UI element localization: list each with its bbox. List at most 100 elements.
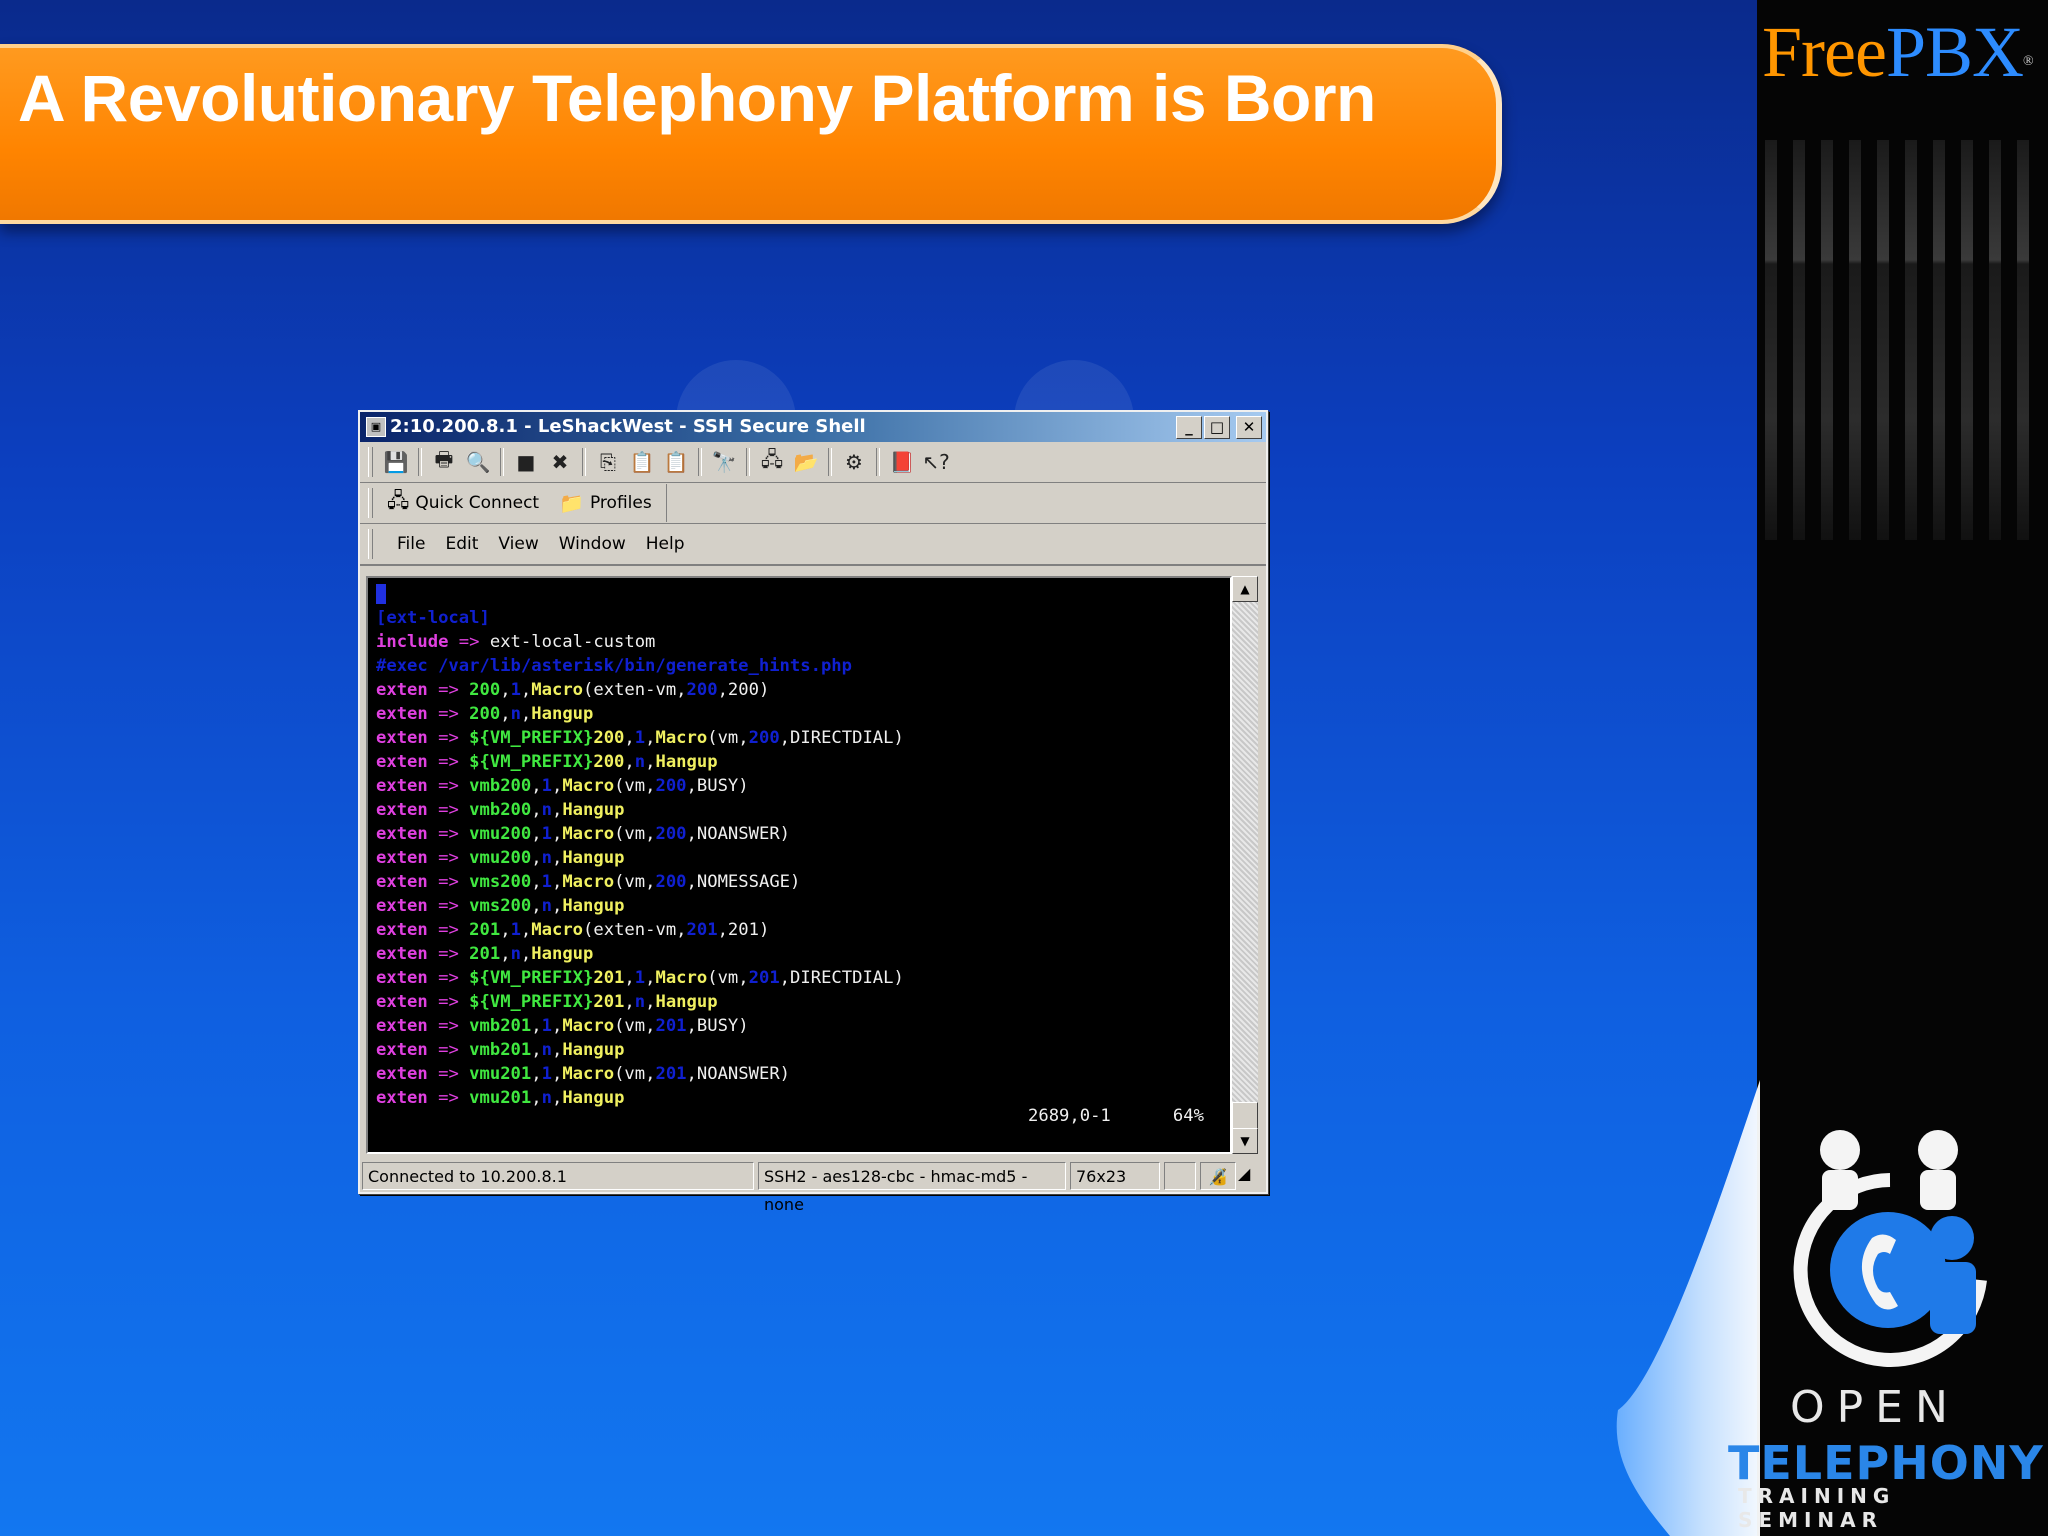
menu-help[interactable]: Help [646, 534, 685, 554]
disconnect-icon[interactable]: ✖ [545, 447, 575, 477]
terminal-token: exten [376, 728, 428, 748]
title-banner: A Revolutionary Telephony Platform is Bo… [0, 44, 1502, 224]
window-titlebar[interactable]: ▣ 2:10.200.8.1 - LeShackWest - SSH Secur… [360, 412, 1266, 442]
terminal-token: => [427, 800, 470, 820]
terminal-token: n [634, 992, 646, 1012]
terminal-line: exten => 200,n,Hangup [376, 702, 1230, 726]
status-lock-icon: 🔏 [1200, 1162, 1236, 1190]
menu-window[interactable]: Window [559, 534, 626, 554]
separator [876, 448, 880, 476]
save-icon[interactable]: 💾 [381, 447, 411, 477]
terminal-token: 1 [541, 824, 552, 844]
resize-grip-icon[interactable]: ◢ [1238, 1160, 1262, 1192]
paste-special-icon[interactable]: 📋 [661, 447, 691, 477]
context-help-icon[interactable]: ↖? [921, 447, 951, 477]
terminal-token: exten [376, 968, 428, 988]
terminal-token: 200 [686, 680, 718, 700]
terminal-token: , [520, 680, 532, 700]
menu-view[interactable]: View [498, 534, 538, 554]
terminal-line: exten => ${VM_PREFIX}201,n,Hangup [376, 990, 1230, 1014]
terminal-token: , [551, 824, 563, 844]
paste-icon[interactable]: 📋 [627, 447, 657, 477]
menu-file[interactable]: File [397, 534, 425, 554]
terminal-token: , [551, 848, 563, 868]
print-preview-icon[interactable]: 🔍 [463, 447, 493, 477]
scroll-up-button[interactable]: ▲ [1232, 576, 1258, 602]
terminal-token: 200 [655, 776, 687, 796]
scroll-thumb[interactable] [1232, 1102, 1258, 1130]
logo-open-text: OPEN [1790, 1382, 1960, 1433]
vertical-scrollbar[interactable]: ▲ ▼ [1232, 576, 1258, 1154]
terminal-token: (vm, [614, 776, 656, 796]
file-transfer-icon[interactable]: 📂 [791, 447, 821, 477]
menu-edit[interactable]: Edit [445, 534, 478, 554]
terminal-token: ,200) [717, 680, 770, 700]
terminal-token: 201 [686, 920, 718, 940]
toolbar-grip[interactable] [368, 447, 373, 477]
terminal-token: , [551, 1040, 563, 1060]
open-telephony-logo-icon [1793, 1130, 1987, 1367]
logo-telephony-text: TELEPHONY [1728, 1436, 2044, 1490]
terminal-line: exten => vmb200,n,Hangup [376, 798, 1230, 822]
help-book-icon[interactable]: 📕 [887, 447, 917, 477]
terminal-token: , [500, 944, 511, 964]
print-icon[interactable]: 🖶 [429, 447, 459, 477]
terminal-output[interactable]: [ext-local] include => ext-local-custom #e… [366, 576, 1232, 1154]
terminal-token: n [634, 752, 646, 772]
minimize-button[interactable]: _ [1176, 416, 1202, 439]
status-cipher: SSH2 - aes128-cbc - hmac-md5 - none [758, 1162, 1066, 1214]
terminal-token: 1 [510, 920, 521, 940]
brand-reg: ® [2023, 54, 2034, 69]
close-button[interactable]: ✕ [1236, 416, 1262, 439]
terminal-token: Macro [655, 728, 708, 748]
terminal-line: exten => vmu200,1,Macro(vm,200,NOANSWER) [376, 822, 1230, 846]
new-terminal-icon[interactable]: 🖧 [757, 447, 787, 477]
terminal-line: exten => vmu200,n,Hangup [376, 846, 1230, 870]
terminal-token: ${VM_PREFIX} [469, 992, 594, 1012]
terminal-token: , [531, 872, 542, 892]
terminal-token: => [427, 968, 470, 988]
terminal-token: 1 [634, 968, 646, 988]
terminal-line: exten => ${VM_PREFIX}200,n,Hangup [376, 750, 1230, 774]
terminal-token: 200 [655, 872, 687, 892]
terminal-token: => [427, 848, 470, 868]
terminal-token: => [427, 752, 470, 772]
terminal-token: , [551, 1064, 563, 1084]
terminal-token: , [645, 992, 656, 1012]
freepbx-logo: FreePBX® [1762, 12, 2034, 92]
terminal-token: 200 [593, 752, 625, 772]
terminal-token: , [551, 1088, 563, 1108]
terminal-token: , [551, 776, 563, 796]
scroll-down-button[interactable]: ▼ [1232, 1128, 1258, 1154]
connect-icon[interactable]: ■ [511, 447, 541, 477]
copy-icon[interactable]: ⎘ [593, 447, 623, 477]
maximize-button[interactable]: □ [1204, 416, 1230, 439]
terminal-token: , [531, 848, 542, 868]
terminal-icon[interactable]: ▣ [366, 417, 386, 437]
settings-icon[interactable]: ⚙ [839, 447, 869, 477]
terminal-token: , [500, 680, 511, 700]
toolbar-grip[interactable] [368, 488, 373, 518]
find-icon[interactable]: 🔭 [709, 447, 739, 477]
terminal-token: Hangup [531, 704, 594, 724]
profiles-button[interactable]: 📁 Profiles [549, 491, 662, 515]
terminal-token: , [531, 1064, 542, 1084]
terminal-token: , [531, 896, 542, 916]
terminal-token: exten [376, 1088, 428, 1108]
menubar-grip[interactable] [368, 529, 373, 559]
quick-connect-button[interactable]: 🖧 Quick Connect [377, 486, 549, 520]
slide-title: A Revolutionary Telephony Platform is Bo… [18, 61, 1376, 135]
terminal-token: , [645, 968, 656, 988]
terminal-token: 201 [469, 920, 501, 940]
terminal-token: , [500, 704, 511, 724]
terminal-token: exten [376, 800, 428, 820]
terminal-position-readout: 2689,0-1 64% [1028, 1104, 1204, 1128]
terminal-line: exten => 201,1,Macro(exten-vm,201,201) [376, 918, 1230, 942]
separator [418, 448, 422, 476]
terminal-token: , [551, 872, 563, 892]
toolbar-edge [665, 484, 667, 522]
terminal-token: include [376, 632, 449, 652]
terminal-token: n [541, 1040, 552, 1060]
terminal-token: ,NOANSWER) [686, 824, 791, 844]
terminal-line: exten => vms200,n,Hangup [376, 894, 1230, 918]
